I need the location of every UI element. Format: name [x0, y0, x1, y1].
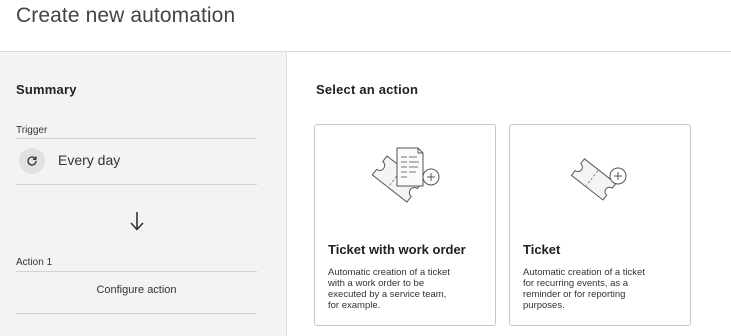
select-action-title: Select an action — [316, 82, 419, 97]
card-description-line: executed by a service team, — [328, 289, 447, 300]
ticket-illustration — [560, 141, 640, 211]
card-title: Ticket — [523, 242, 561, 257]
card-description-line: for recurring events, as a — [523, 278, 629, 289]
ticket-with-work-order-illustration — [361, 141, 451, 211]
recurring-refresh-icon — [19, 148, 45, 174]
summary-title: Summary — [16, 82, 77, 97]
action-divider-top — [16, 271, 257, 272]
configure-action-button[interactable]: Configure action — [16, 284, 257, 300]
trigger-item[interactable]: Every day — [16, 148, 257, 174]
trigger-divider-bottom — [16, 184, 257, 185]
action-divider-bottom — [16, 313, 257, 314]
trigger-divider-top — [16, 138, 257, 139]
card-description-line: reminder or for reporting — [523, 289, 626, 300]
page-header: Create new automation — [0, 0, 731, 52]
card-description: Automatic creation of a ticket with a wo… — [328, 267, 450, 311]
card-description: Automatic creation of a ticket for recur… — [523, 267, 645, 311]
card-title: Ticket with work order — [328, 242, 466, 257]
page-title: Create new automation — [16, 4, 236, 27]
summary-panel: Summary Trigger Every day Action 1 Confi… — [0, 52, 287, 336]
card-description-line: Automatic creation of a ticket — [523, 267, 645, 278]
action-selection-panel: Select an action Ticket with work order … — [288, 52, 731, 336]
card-description-line: with a work order to be — [328, 278, 425, 289]
ticket-card[interactable]: Ticket Automatic creation of a ticket fo… — [509, 124, 691, 326]
trigger-value: Every day — [58, 152, 121, 168]
action-1-label: Action 1 — [16, 257, 53, 268]
ticket-with-work-order-card[interactable]: Ticket with work order Automatic creatio… — [314, 124, 496, 326]
card-description-line: purposes. — [523, 300, 565, 311]
arrow-down-icon — [127, 209, 147, 233]
card-description-line: for example. — [328, 300, 381, 311]
card-description-line: Automatic creation of a ticket — [328, 267, 450, 278]
create-automation-page: Create new automation Summary Trigger Ev… — [0, 0, 731, 336]
trigger-label: Trigger — [16, 125, 48, 136]
